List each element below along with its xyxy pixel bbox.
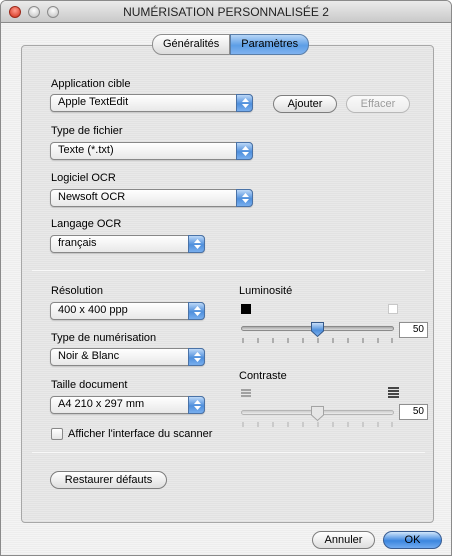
settings-panel: Application cible Apple TextEdit Ajouter… [21,45,434,523]
title-bar: NUMÉRISATION PERSONNALISÉE 2 [1,1,451,23]
file-type-label: Type de fichier [51,125,123,137]
show-scanner-interface-label[interactable]: Afficher l'interface du scanner [68,428,212,440]
ocr-software-label: Logiciel OCR [51,172,116,184]
document-size-popup[interactable]: A4 210 x 297 mm [50,396,205,414]
target-app-label: Application cible [51,78,131,90]
section-divider [32,452,425,453]
tab-bar: Généralités Paramètres [152,34,310,55]
tab-general[interactable]: Généralités [152,34,231,55]
window-title: NUMÉRISATION PERSONNALISÉE 2 [123,5,329,19]
dark-square-icon [241,304,251,314]
document-size-label: Taille document [51,379,128,391]
popup-arrows-icon [188,235,205,253]
ocr-language-popup[interactable]: français [50,235,205,253]
delete-button[interactable]: Effacer [346,95,410,113]
scan-type-label: Type de numérisation [51,332,157,344]
popup-arrows-icon [236,189,253,207]
tab-settings[interactable]: Paramètres [230,34,310,55]
restore-defaults-button[interactable]: Restaurer défauts [50,471,167,489]
popup-arrows-icon [236,142,253,160]
brightness-slider-thumb[interactable] [310,321,325,338]
contrast-label: Contraste [239,370,287,382]
contrast-slider-thumb[interactable] [310,405,325,422]
light-square-icon [388,304,398,314]
popup-arrows-icon [188,302,205,320]
ocr-software-popup[interactable]: Newsoft OCR [50,189,253,207]
section-divider [32,270,425,271]
popup-arrows-icon [188,348,205,366]
file-type-popup[interactable]: Texte (*.txt) [50,142,253,160]
resolution-value: 400 x 400 ppp [58,304,128,316]
file-type-value: Texte (*.txt) [58,144,114,156]
scan-type-popup[interactable]: Noir & Blanc [50,348,205,366]
target-app-popup[interactable]: Apple TextEdit [50,94,253,112]
scan-type-value: Noir & Blanc [58,350,120,362]
document-size-value: A4 210 x 297 mm [58,398,145,410]
contrast-slider-ticks [242,422,393,427]
ocr-language-value: français [58,237,97,249]
ocr-language-label: Langage OCR [51,218,122,230]
brightness-slider-ticks [242,338,393,343]
popup-arrows-icon [188,396,205,414]
resolution-label: Résolution [51,285,103,297]
high-contrast-icon [388,387,399,398]
ok-button[interactable]: OK [383,531,442,549]
target-app-value: Apple TextEdit [58,96,129,108]
contrast-value-field[interactable]: 50 [399,404,428,420]
resolution-popup[interactable]: 400 x 400 ppp [50,302,205,320]
ocr-software-value: Newsoft OCR [58,191,126,203]
show-scanner-interface-checkbox[interactable] [51,428,63,440]
brightness-value-field[interactable]: 50 [399,322,428,338]
add-button[interactable]: Ajouter [273,95,337,113]
brightness-label: Luminosité [239,285,293,297]
cancel-button[interactable]: Annuler [312,531,375,549]
custom-scan-dialog: NUMÉRISATION PERSONNALISÉE 2 Généralités… [0,0,452,556]
low-contrast-icon [241,389,251,397]
popup-arrows-icon [236,94,253,112]
